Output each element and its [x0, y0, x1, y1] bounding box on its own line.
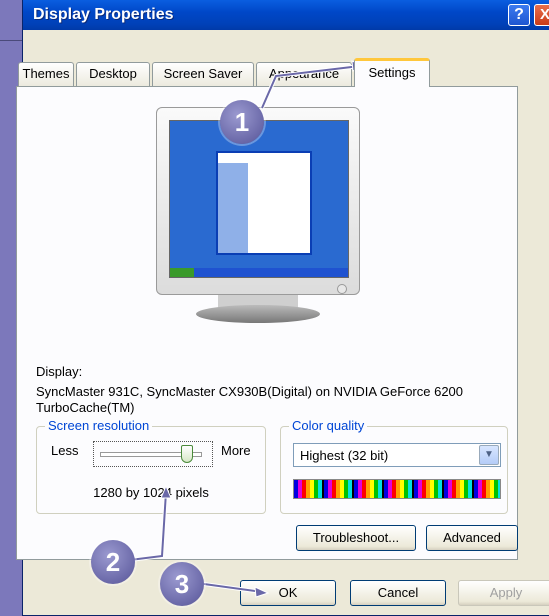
tab-settings[interactable]: Settings — [354, 58, 430, 87]
chevron-down-icon[interactable]: ▼ — [479, 445, 499, 465]
slider-less-label: Less — [51, 443, 79, 458]
callout-badge-3: 3 — [160, 562, 204, 606]
callout-badge-1: 1 — [220, 100, 264, 144]
callout-badge-2: 2 — [91, 540, 135, 584]
ok-button[interactable]: OK — [240, 580, 336, 606]
close-button[interactable]: X — [534, 4, 549, 26]
display-value: SyncMaster 931C, SyncMaster CX930B(Digit… — [36, 384, 464, 415]
resolution-value: 1280 by 1024 pixels — [93, 485, 209, 500]
preview-sidebar — [218, 163, 248, 253]
display-label: Display: — [36, 364, 83, 379]
tab-screen-saver[interactable]: Screen Saver — [152, 62, 254, 86]
preview-start-button — [170, 268, 194, 277]
color-spectrum-bar — [293, 479, 501, 499]
advanced-button[interactable]: Advanced — [426, 525, 518, 551]
monitor-preview — [156, 107, 360, 327]
troubleshoot-button[interactable]: Troubleshoot... — [296, 525, 416, 551]
tab-appearance[interactable]: Appearance — [256, 62, 352, 86]
color-quality-value: Highest (32 bit) — [300, 448, 389, 463]
screen-resolution-group: Screen resolution Less More 1280 by 1024… — [36, 418, 266, 514]
cancel-button[interactable]: Cancel — [350, 580, 446, 606]
monitor-screen — [169, 120, 349, 278]
screen-resolution-label: Screen resolution — [45, 418, 153, 433]
color-quality-select[interactable]: Highest (32 bit) ▼ — [293, 443, 501, 467]
help-button[interactable]: ? — [508, 4, 530, 26]
power-led-icon — [337, 284, 347, 294]
tab-desktop[interactable]: Desktop — [76, 62, 150, 86]
monitor-base — [196, 305, 320, 323]
tab-themes[interactable]: Themes — [18, 62, 74, 86]
color-quality-group: Color quality Highest (32 bit) ▼ — [280, 418, 508, 514]
slider-more-label: More — [221, 443, 251, 458]
color-quality-label: Color quality — [289, 418, 368, 433]
slider-thumb[interactable] — [181, 445, 193, 463]
apply-button[interactable]: Apply — [458, 580, 549, 606]
preview-window — [216, 151, 312, 255]
preview-taskbar — [170, 268, 348, 277]
window-title: Display Properties — [33, 6, 174, 23]
resolution-slider[interactable] — [93, 441, 213, 467]
title-bar[interactable]: Display Properties ? X — [23, 0, 549, 30]
